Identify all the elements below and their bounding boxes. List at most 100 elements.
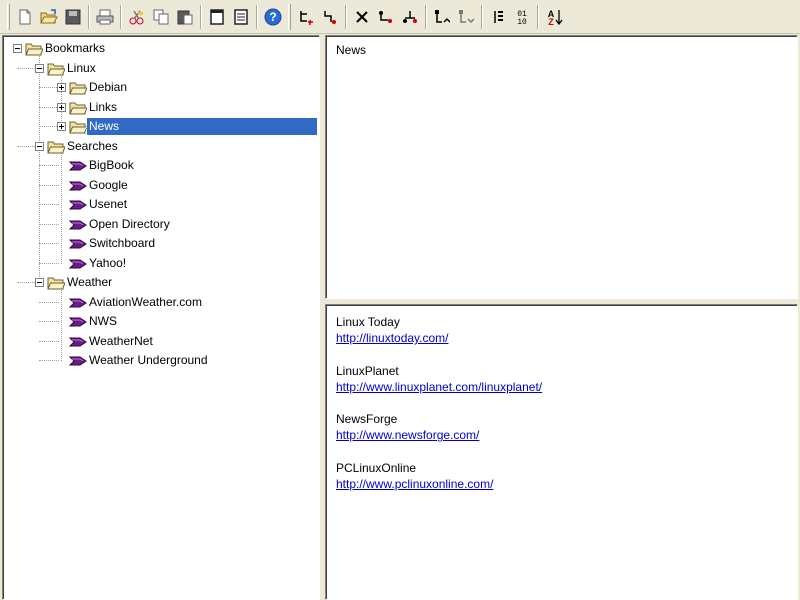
tree-node-label[interactable]: Switchboard (87, 235, 157, 252)
svg-text:Z: Z (548, 17, 554, 26)
tree-connector-line (39, 165, 59, 166)
tree-connector-line (17, 145, 37, 147)
bookmark-entry-name: LinuxPlanet (336, 363, 399, 378)
tree-node-usenet[interactable]: Usenet (3, 195, 319, 214)
demote-button[interactable] (455, 5, 477, 29)
folder-icon (25, 43, 43, 56)
cut-button[interactable] (126, 5, 148, 29)
tree-node-label[interactable]: News (86, 117, 318, 136)
tree-node-nws[interactable]: NWS (3, 312, 319, 331)
collapse-icon[interactable] (35, 278, 44, 287)
move-up-button[interactable] (399, 5, 421, 29)
tree-node-label[interactable]: Google (87, 177, 130, 194)
bookmark-entry-link[interactable]: http://linuxtoday.com/ (336, 330, 449, 346)
new-document-button[interactable] (14, 5, 36, 29)
promote-button[interactable] (431, 5, 453, 29)
tree-node-label[interactable]: Usenet (87, 196, 129, 213)
bookmark-entry: NewsForge http://www.newsforge.com/ (336, 411, 479, 443)
tree-node-yahoo[interactable]: Yahoo! (3, 254, 319, 273)
bookmark-entry-link[interactable]: http://www.linuxplanet.com/linuxplanet/ (336, 379, 542, 395)
bookmark-tree-pane[interactable]: Bookmarks Linux Debian Links News Searches Big… (2, 35, 320, 600)
delete-button[interactable] (351, 5, 373, 29)
tree-node-label[interactable]: Linux (65, 60, 98, 77)
bookmark-arrow-icon (69, 356, 87, 366)
tree-node-label[interactable]: Searches (65, 138, 120, 155)
copy-button[interactable] (150, 5, 172, 29)
tree-node-debian[interactable]: Debian (3, 78, 319, 97)
save-icon (65, 9, 81, 24)
tree-node-label[interactable]: Bookmarks (43, 40, 107, 57)
expand-icon[interactable] (57, 122, 66, 131)
toolbar-separator (481, 4, 483, 29)
help-button[interactable]: ? (262, 5, 284, 29)
tree-node-switchboard[interactable]: Switchboard (3, 234, 319, 253)
tree-node-aviationweather-com[interactable]: AviationWeather.com (3, 293, 319, 312)
tree-connector-line (39, 106, 59, 108)
delete-icon (356, 10, 368, 23)
number-outline-icon (494, 10, 503, 23)
bookmark-arrow-icon (69, 220, 87, 229)
bookmark-entry-link[interactable]: http://www.pclinuxonline.com/ (336, 476, 493, 492)
collapse-icon[interactable] (35, 63, 44, 73)
tree-node-label[interactable]: Weather (65, 274, 114, 291)
view-single-pane-button[interactable] (206, 5, 228, 29)
tree-node-bigbook[interactable]: BigBook (3, 156, 319, 175)
tree-node-bookmarks[interactable]: Bookmarks (3, 39, 319, 58)
tree-node-links[interactable]: Links (3, 98, 319, 117)
tree-connector-line (17, 67, 37, 69)
tree-connector-line (39, 204, 59, 205)
tree-node-label[interactable]: NWS (87, 313, 119, 330)
tree-node-label[interactable]: BigBook (87, 157, 136, 174)
collapse-icon[interactable] (35, 141, 44, 151)
paste-button[interactable] (174, 5, 196, 29)
tree-node-weathernet[interactable]: WeatherNet (3, 332, 319, 351)
tree-node-linux[interactable]: Linux (3, 59, 319, 78)
bookmark-entry: PCLinuxOnline http://www.pclinuxonline.co… (336, 460, 493, 492)
bookmark-arrow-icon (69, 239, 87, 249)
tree-node-google[interactable]: Google (3, 176, 319, 195)
move-down-icon (379, 10, 392, 23)
expand-icon[interactable] (57, 83, 66, 92)
bookmark-entry-link[interactable]: http://www.newsforge.com/ (336, 427, 479, 443)
tree-node-label[interactable]: Yahoo! (87, 255, 128, 272)
tree-connector-line (39, 340, 59, 342)
toolbar-separator (537, 4, 539, 29)
folder-icon (69, 121, 87, 134)
toolbar-grip[interactable] (288, 3, 291, 30)
tree-node-label[interactable]: AviationWeather.com (87, 294, 204, 311)
tree-node-news[interactable]: News (3, 117, 319, 136)
bookmark-entry-name: PCLinuxOnline (336, 461, 417, 476)
tree-node-label[interactable]: Links (87, 99, 119, 116)
tree-node-weather[interactable]: Weather (3, 273, 319, 292)
open-button[interactable] (38, 5, 60, 29)
tree-connector-line (39, 262, 59, 264)
add-node-button[interactable] (295, 5, 317, 29)
print-button[interactable] (94, 5, 116, 29)
save-button[interactable] (62, 5, 84, 29)
tree-node-searches[interactable]: Searches (3, 137, 319, 156)
bookmark-entry-name: Linux Today (336, 315, 400, 329)
tree-node-label[interactable]: Weather Underground (87, 352, 210, 369)
node-title: News (336, 43, 367, 57)
tree-connector-line (39, 301, 59, 303)
bookmark-arrow-icon (69, 317, 87, 327)
tree-node-open-directory[interactable]: Open Directory (3, 215, 319, 234)
tree-node-weather-underground[interactable]: Weather Underground (3, 351, 319, 370)
toolbar-grip[interactable] (7, 3, 10, 30)
view-details-button[interactable] (230, 5, 252, 29)
number-outline-button[interactable] (487, 5, 509, 29)
binary-numbering-button[interactable]: 01 10 (511, 5, 533, 29)
node-title-pane[interactable]: News (325, 35, 798, 299)
tree-node-label[interactable]: WeatherNet (87, 333, 155, 350)
collapse-icon[interactable] (13, 44, 22, 53)
add-child-node-button[interactable] (319, 5, 341, 29)
sort-az-button[interactable]: A Z (543, 5, 565, 29)
move-down-button[interactable] (375, 5, 397, 29)
tree-node-label[interactable]: Open Directory (87, 216, 172, 233)
bookmark-arrow-icon (69, 337, 87, 346)
tree-connector-line (39, 87, 59, 88)
node-content-pane[interactable]: Linux Today http://linuxtoday.com/LinuxPl… (325, 304, 798, 600)
bookmark-entry: LinuxPlanet http://www.linuxplanet.com/li… (336, 363, 542, 395)
expand-icon[interactable] (57, 102, 66, 112)
tree-node-label[interactable]: Debian (87, 79, 129, 96)
